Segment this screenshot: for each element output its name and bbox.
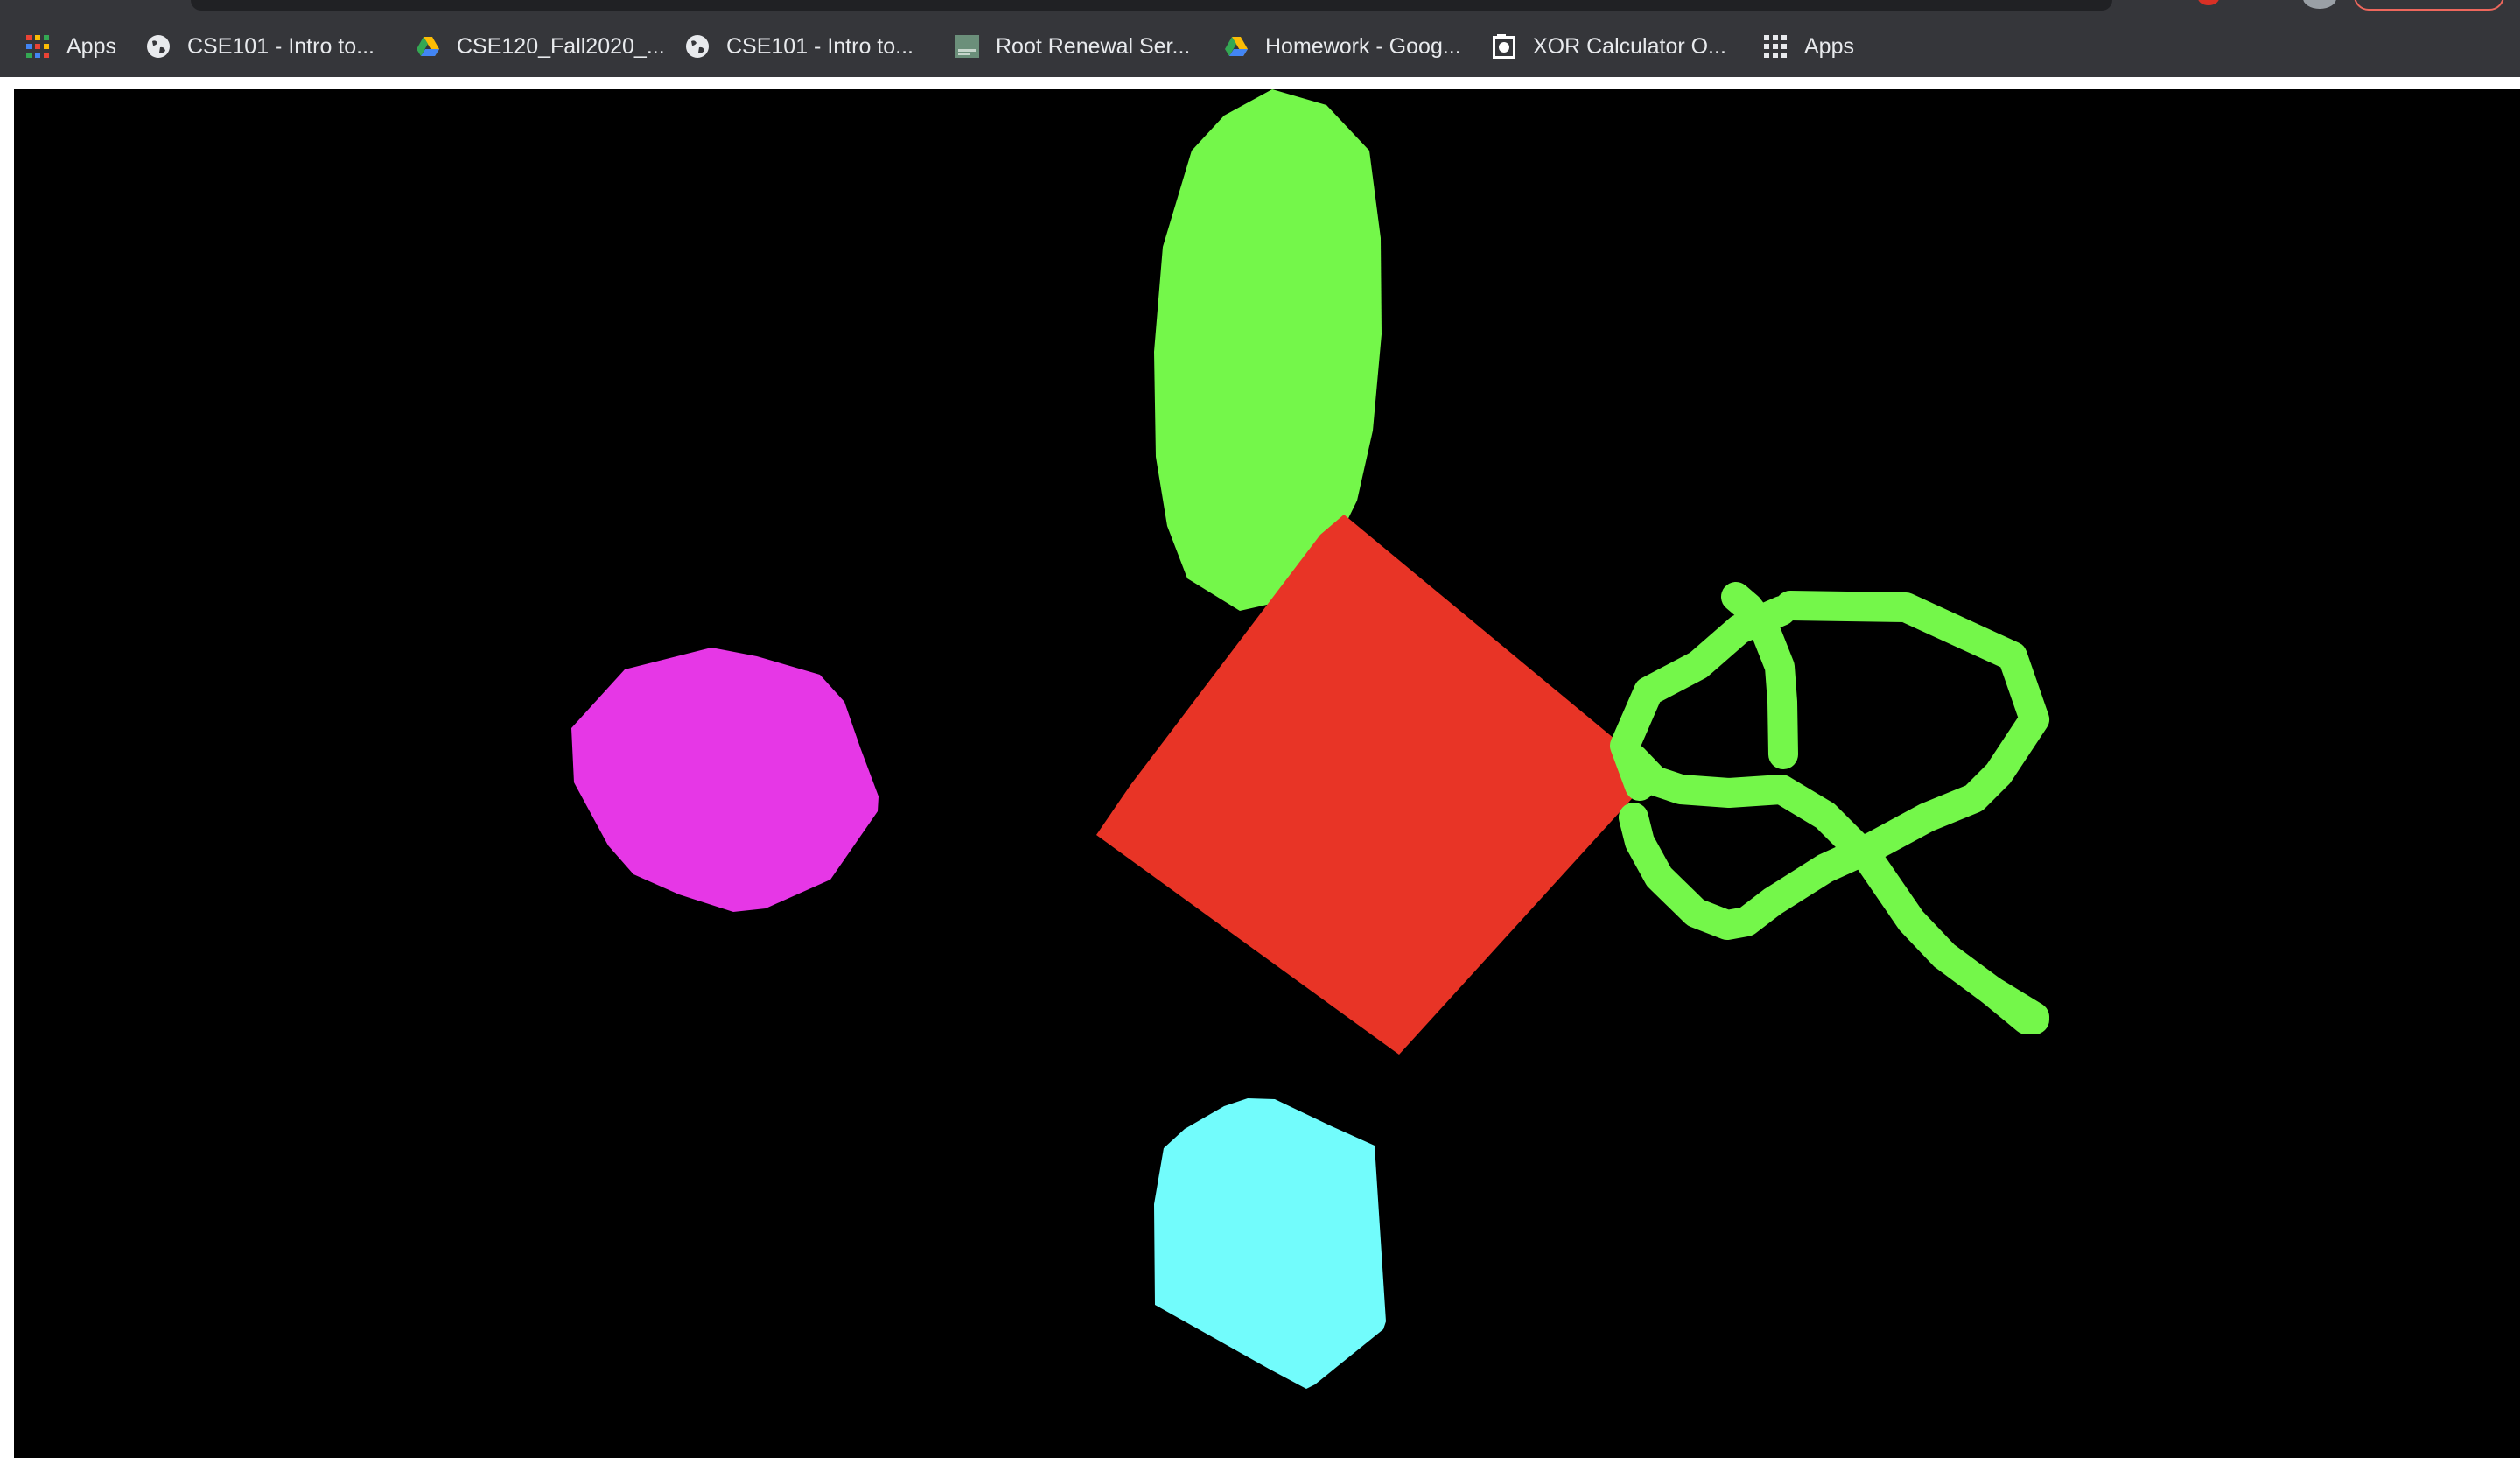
bookmark-apps[interactable]: Apps — [24, 32, 116, 61]
globe-icon — [145, 33, 172, 60]
bookmark-xor-calculator[interactable]: XOR Calculator O... — [1491, 32, 1726, 61]
canvas-scene — [571, 89, 2049, 1389]
bookmark-homework[interactable]: Homework - Goog... — [1223, 32, 1461, 61]
apps-grid-icon — [24, 33, 51, 60]
bookmark-label: CSE101 - Intro to... — [726, 34, 914, 59]
update-button[interactable] — [2354, 0, 2504, 11]
bookmark-cse101-2[interactable]: CSE101 - Intro to... — [684, 32, 914, 61]
magenta-blob-shape — [571, 648, 878, 912]
google-drive-icon — [1223, 33, 1250, 60]
bookmark-apps-2[interactable]: Apps — [1762, 32, 1854, 61]
site-favicon-icon — [954, 33, 980, 60]
bookmark-cse101[interactable]: CSE101 - Intro to... — [145, 32, 374, 61]
address-bar[interactable] — [191, 0, 2112, 11]
cyan-hexagon-shape — [1154, 1098, 1386, 1389]
red-diamond-shape — [1096, 515, 1656, 1055]
globe-icon — [684, 33, 710, 60]
bookmark-root-renewal[interactable]: Root Renewal Ser... — [954, 32, 1190, 61]
apps-grid-icon — [1762, 33, 1788, 60]
bookmark-label: Apps — [1804, 34, 1854, 59]
bookmarks-bar: Apps CSE101 - Intro to... CSE120_Fall202… — [0, 14, 2520, 77]
drawing-canvas[interactable] — [14, 89, 2520, 1458]
bookmark-label: Homework - Goog... — [1265, 34, 1461, 59]
google-drive-icon — [415, 33, 441, 60]
bookmark-label: CSE101 - Intro to... — [187, 34, 374, 59]
bookmark-label: CSE120_Fall2020_... — [457, 34, 665, 59]
bookmark-cse120[interactable]: CSE120_Fall2020_... — [415, 32, 665, 61]
bookmark-label: XOR Calculator O... — [1533, 34, 1726, 59]
calculator-icon — [1491, 33, 1517, 60]
toolbar-divider — [0, 77, 2520, 89]
bookmark-label: Apps — [66, 34, 116, 59]
green-scribble-shape — [1610, 582, 2049, 1034]
bookmark-label: Root Renewal Ser... — [996, 34, 1191, 59]
page-left-margin — [0, 89, 14, 1458]
